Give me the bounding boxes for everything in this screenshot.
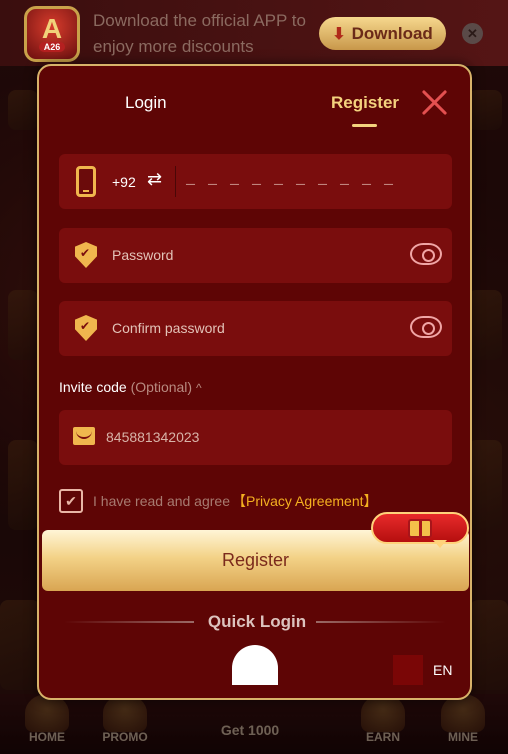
close-icon[interactable]	[421, 88, 449, 116]
divider	[64, 621, 194, 623]
quick-login-title: Quick Login	[207, 612, 307, 631]
gift-icon	[408, 518, 432, 538]
privacy-agreement-link[interactable]: 【Privacy Agreement】	[232, 491, 378, 511]
phone-field[interactable]: +92 ⇄ _ _ _ _ _ _ _ _ _ _	[59, 154, 452, 209]
eye-icon[interactable]	[410, 316, 442, 338]
phone-icon	[76, 166, 96, 197]
password-input[interactable]: Password	[112, 247, 173, 263]
banner-close-icon[interactable]: ✕	[462, 23, 483, 44]
app-logo: A A26	[24, 6, 80, 62]
swap-icon[interactable]: ⇄	[147, 169, 162, 190]
invite-code-field[interactable]: 845881342023	[59, 410, 452, 465]
invite-code-input[interactable]: 845881342023	[106, 429, 199, 445]
download-banner: A A26 Download the official APP to enjoy…	[0, 0, 508, 66]
envelope-icon	[73, 427, 95, 445]
quick-login-option[interactable]	[232, 645, 278, 685]
download-icon: ⬇	[332, 25, 346, 43]
phone-number-input[interactable]: _ _ _ _ _ _ _ _ _ _	[186, 171, 395, 188]
invite-code-toggle[interactable]: Invite code (Optional) ^	[59, 379, 202, 395]
agreement-row: ✔ I have read and agree 【Privacy Agreeme…	[59, 489, 378, 513]
download-label: Download	[351, 23, 433, 43]
logo-tag: A26	[38, 42, 66, 52]
language-flag-icon[interactable]	[393, 655, 423, 685]
eye-icon[interactable]	[410, 243, 442, 265]
shield-icon	[75, 242, 97, 268]
tab-login[interactable]: Login	[125, 93, 167, 113]
agreement-text: I have read and agree	[93, 493, 230, 509]
banner-message: Download the official APP to enjoy more …	[93, 11, 306, 56]
download-button[interactable]: ⬇ Download	[319, 17, 446, 50]
logo-glyph: A	[41, 13, 63, 44]
country-code-selector[interactable]: +92	[112, 174, 136, 190]
gift-badge[interactable]	[371, 512, 469, 548]
active-tab-indicator	[352, 124, 377, 127]
invite-optional-label: (Optional)	[130, 379, 193, 395]
tab-register[interactable]: Register	[331, 93, 399, 113]
confirm-password-input[interactable]: Confirm password	[112, 320, 225, 336]
divider	[316, 621, 446, 623]
invite-code-label: Invite code	[59, 379, 127, 395]
language-selector[interactable]: EN	[433, 662, 452, 678]
confirm-password-field[interactable]: Confirm password	[59, 301, 452, 356]
agreement-checkbox[interactable]: ✔	[59, 489, 83, 513]
password-field[interactable]: Password	[59, 228, 452, 283]
register-modal: Login Register +92 ⇄ _ _ _ _ _ _ _ _ _ _…	[37, 64, 472, 700]
chevron-up-icon: ^	[195, 381, 202, 395]
gift-badge-pointer	[433, 540, 447, 548]
divider	[175, 166, 176, 197]
shield-icon	[75, 315, 97, 341]
